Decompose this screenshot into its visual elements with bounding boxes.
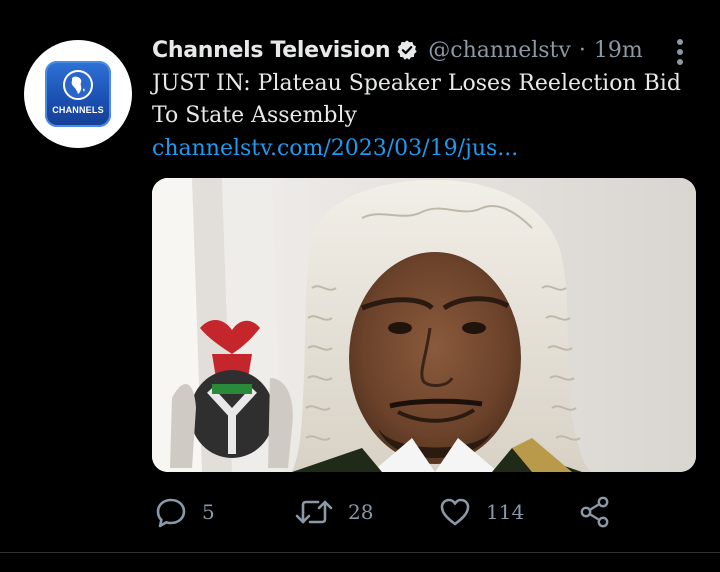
- channels-logo: CHANNELS: [45, 61, 111, 127]
- avatar-logo-text: CHANNELS: [52, 105, 104, 115]
- author-handle[interactable]: @channelstv: [428, 38, 571, 63]
- action-bar: 5 28 114: [152, 492, 672, 532]
- like-count: 114: [486, 500, 525, 524]
- separator-dot: ·: [578, 37, 586, 63]
- retweet-icon: [295, 500, 333, 524]
- like-button[interactable]: 114: [438, 492, 524, 532]
- reply-icon: [156, 498, 186, 528]
- heart-icon: [440, 498, 470, 526]
- share-button[interactable]: [578, 492, 612, 532]
- timestamp[interactable]: 19m: [594, 38, 643, 63]
- share-icon: [580, 496, 609, 528]
- reply-count: 5: [202, 500, 215, 524]
- tweet-link[interactable]: channelstv.com/2023/03/19/jus...: [152, 136, 518, 161]
- verified-badge-icon: [397, 40, 417, 60]
- tweet-text: JUST IN: Plateau Speaker Loses Reelectio…: [152, 71, 681, 128]
- divider: [0, 552, 720, 553]
- tweet-header: Channels Television @channelstv · 19m: [152, 34, 643, 66]
- avatar[interactable]: CHANNELS: [24, 40, 132, 148]
- more-vertical-icon[interactable]: [670, 37, 690, 67]
- tweet-image[interactable]: [152, 178, 696, 472]
- retweet-count: 28: [348, 500, 374, 524]
- speaker-photo: [152, 178, 696, 472]
- author-name[interactable]: Channels Television: [152, 38, 391, 63]
- globe-icon: [63, 70, 93, 100]
- tweet[interactable]: CHANNELS Channels Television @channelstv…: [0, 0, 720, 572]
- retweet-button[interactable]: 28: [294, 492, 373, 532]
- reply-button[interactable]: 5: [154, 492, 215, 532]
